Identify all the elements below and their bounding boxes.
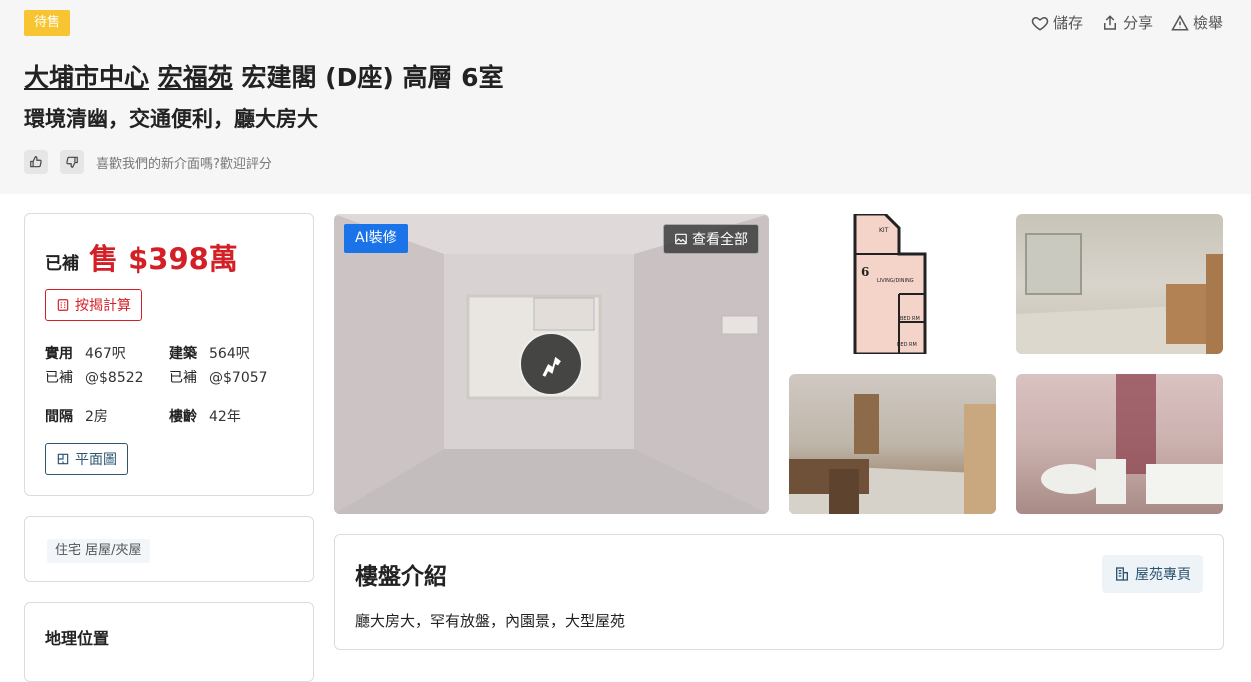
main-photo[interactable]: AI裝修 查看全部 (334, 214, 769, 514)
property-intro-card: 樓盤介紹 屋苑專頁 廳大房大，罕有放盤，內園景，大型屋苑 (334, 534, 1224, 650)
warning-icon (1171, 14, 1189, 30)
share-label: 分享 (1122, 14, 1153, 32)
save-label: 儲存 (1052, 14, 1083, 32)
spec-age-key: 樓齡 (169, 409, 197, 425)
view-all-label: 查看全部 (692, 232, 748, 248)
spec-paid-key-1: 已補 (45, 370, 73, 386)
floorplan-label: 平面圖 (75, 452, 117, 468)
feedback-text: 喜歡我們的新介面嗎?歡迎評分 (96, 156, 272, 172)
spec-paid-key-2: 已補 (169, 370, 197, 386)
photo-thumbnail-bathroom[interactable] (1016, 374, 1223, 514)
spec-gross-key: 建築 (169, 346, 197, 362)
save-button[interactable]: 儲存 (1031, 12, 1083, 33)
building-icon (1116, 567, 1128, 581)
photo-thumbnail-dining[interactable] (789, 374, 996, 514)
report-label: 檢舉 (1192, 14, 1223, 32)
spec-paid-value-2: @$7057 (209, 370, 268, 386)
fp-unit: 6 (861, 265, 869, 279)
living-room-illustration (1016, 233, 1223, 354)
vr-tour-button[interactable] (519, 332, 583, 396)
unit-title: 宏建閣 (D座) 高層 6室 (241, 63, 504, 92)
feedback-bar: 喜歡我們的新介面嗎?歡迎評分 (24, 150, 272, 174)
floorplan-drawing: KIT 6 LIVING/DINING BED RM BED RM (853, 214, 927, 354)
floorplan-thumbnail[interactable]: KIT 6 LIVING/DINING BED RM BED RM (789, 214, 996, 354)
estate-link[interactable]: 宏福苑 (158, 63, 233, 92)
district-link[interactable]: 大埔市中心 (24, 63, 149, 92)
intro-text: 廳大房大，罕有放盤，內園景，大型屋苑 (355, 612, 626, 630)
fp-bed1: BED RM (900, 316, 920, 322)
estate-page-label: 屋苑專頁 (1135, 567, 1191, 583)
top-actions: 儲存 分享 檢舉 (1031, 12, 1223, 33)
ai-renovation-badge[interactable]: AI裝修 (344, 224, 408, 253)
spec-rooms: 間隔 2房 (45, 406, 108, 426)
spec-age-value: 42年 (209, 409, 241, 425)
floorplan-button[interactable]: 平面圖 (45, 443, 128, 475)
property-type-card: 住宅 居屋/夾屋 (24, 516, 314, 582)
price-paid-label: 已補 (45, 254, 79, 274)
price-value: 售 $398萬 (89, 242, 238, 276)
price-row: 已補 售 $398萬 (45, 236, 238, 278)
photo-thumbnail-living[interactable] (1016, 214, 1223, 354)
status-badge: 待售 (24, 10, 71, 36)
spec-rooms-key: 間隔 (45, 409, 73, 425)
mortgage-calc-label: 按揭計算 (75, 298, 131, 314)
vr-tour-icon (542, 356, 561, 377)
spec-paid-gross: 已補 @$7057 (169, 367, 268, 387)
heart-icon (1031, 16, 1049, 31)
view-all-photos-button[interactable]: 查看全部 (663, 224, 759, 254)
image-icon (675, 233, 687, 245)
fp-living: LIVING/DINING (877, 278, 914, 284)
listing-subtitle: 環境清幽，交通便利，廳大房大 (24, 107, 318, 131)
location-title: 地理位置 (45, 629, 110, 648)
spec-saleable: 實用 467呎 (45, 343, 126, 363)
floorplan-icon (57, 453, 69, 465)
estate-page-button[interactable]: 屋苑專頁 (1102, 555, 1203, 593)
page-title: 大埔市中心 宏福苑 宏建閣 (D座) 高層 6室 (24, 58, 504, 94)
spec-paid-value-1: @$8522 (85, 370, 144, 386)
spec-rooms-value: 2房 (85, 409, 108, 425)
bathroom-illustration (1041, 374, 1223, 504)
intro-title: 樓盤介紹 (355, 564, 447, 590)
location-card: 地理位置 (24, 602, 314, 682)
spec-age: 樓齡 42年 (169, 406, 241, 426)
dining-room-illustration (789, 394, 996, 514)
fp-bed2: BED RM (897, 342, 917, 348)
spec-gross: 建築 564呎 (169, 343, 250, 363)
fp-kit: KIT (879, 227, 889, 234)
mortgage-calc-button[interactable]: 按揭計算 (45, 289, 142, 321)
thumbs-down-icon (66, 156, 78, 168)
spec-saleable-value: 467呎 (85, 346, 126, 362)
share-button[interactable]: 分享 (1101, 12, 1153, 33)
spec-saleable-key: 實用 (45, 346, 73, 362)
share-icon (1103, 14, 1116, 30)
property-type-tag: 住宅 居屋/夾屋 (47, 539, 150, 563)
thumbs-down-button[interactable] (60, 150, 84, 174)
listing-header: 待售 儲存 分享 檢舉 大埔市中心 宏福苑 宏建閣 (D座) 高層 6室 環境清… (0, 0, 1251, 194)
spec-paid-saleable: 已補 @$8522 (45, 367, 144, 387)
thumbs-up-icon (30, 156, 42, 168)
spec-gross-value: 564呎 (209, 346, 250, 362)
thumbs-up-button[interactable] (24, 150, 48, 174)
report-button[interactable]: 檢舉 (1171, 12, 1223, 33)
price-card: 已補 售 $398萬 按揭計算 實用 467呎 建築 564呎 已補 @$8522 已… (24, 213, 314, 496)
calculator-icon (57, 299, 69, 311)
